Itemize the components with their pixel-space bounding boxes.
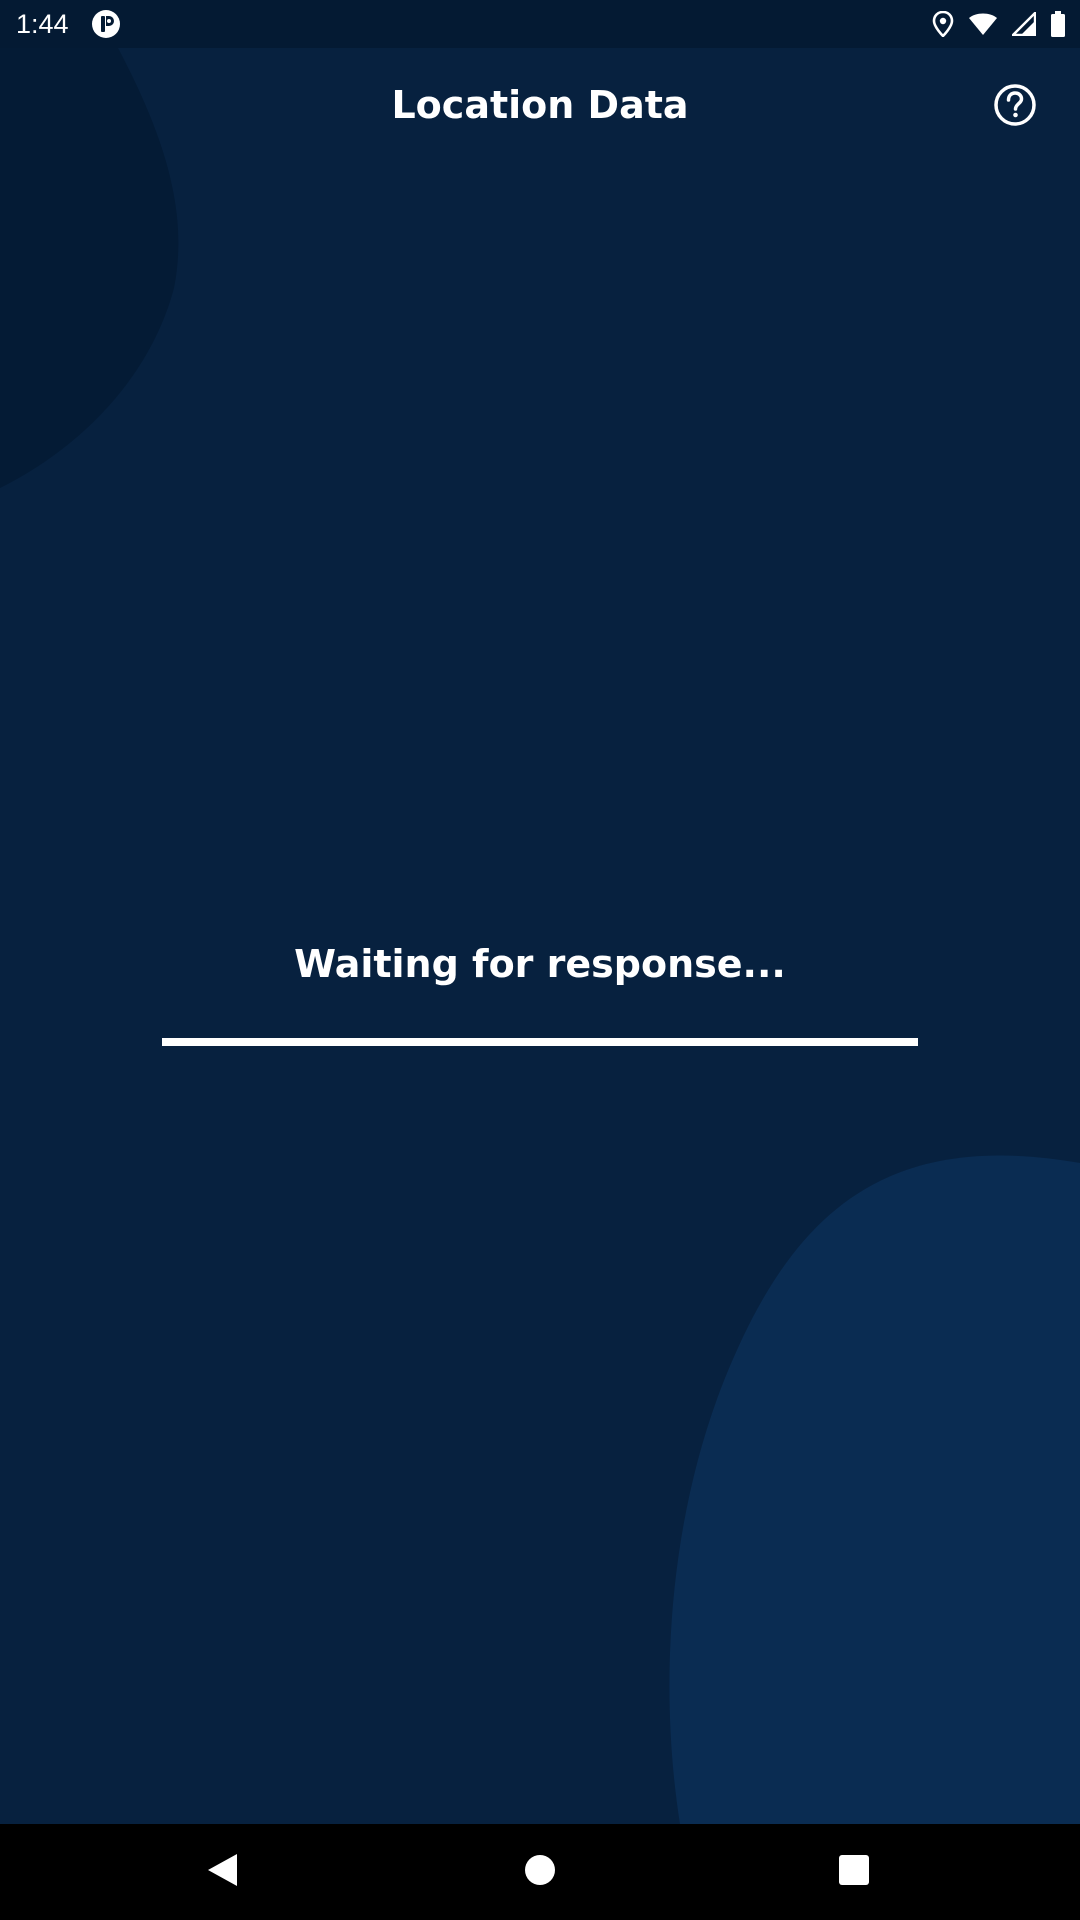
back-button[interactable] bbox=[198, 1848, 246, 1896]
progress-bar bbox=[162, 1038, 918, 1046]
help-circle-icon bbox=[993, 83, 1037, 131]
location-icon bbox=[932, 11, 954, 37]
recents-icon bbox=[838, 1854, 870, 1890]
navigation-bar bbox=[0, 1824, 1080, 1920]
waiting-status-text: Waiting for response... bbox=[294, 942, 786, 986]
help-button[interactable] bbox=[986, 78, 1044, 136]
status-bar: 1:44 bbox=[0, 0, 1080, 48]
progress-fill bbox=[162, 1038, 918, 1046]
app-notification-icon bbox=[92, 10, 120, 38]
home-icon bbox=[524, 1854, 556, 1890]
status-icons bbox=[932, 10, 1066, 38]
background-blob-top-left bbox=[0, 48, 1080, 1824]
home-button[interactable] bbox=[516, 1848, 564, 1896]
wifi-icon bbox=[968, 12, 998, 36]
app-background bbox=[0, 48, 1080, 1824]
battery-icon bbox=[1050, 11, 1066, 37]
page-title: Location Data bbox=[391, 83, 689, 127]
status-time: 1:44 bbox=[16, 9, 69, 39]
back-icon bbox=[205, 1852, 239, 1892]
recents-button[interactable] bbox=[830, 1848, 878, 1896]
signal-icon bbox=[1012, 12, 1036, 36]
